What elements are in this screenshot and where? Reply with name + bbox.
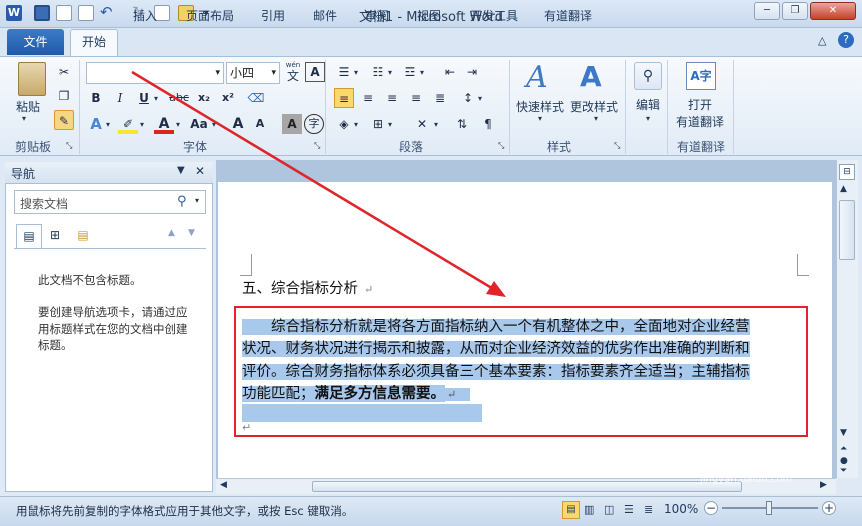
horizontal-scroll-thumb[interactable]	[312, 481, 742, 492]
browse-object-icon[interactable]: ●	[840, 456, 848, 466]
print-layout-view-icon[interactable]: ▤	[562, 501, 580, 519]
next-page-icon[interactable]: ⏷	[840, 466, 847, 476]
full-screen-view-icon[interactable]: ▥	[584, 503, 594, 516]
scroll-right-icon[interactable]: ▶	[820, 480, 827, 490]
ruler-toggle-icon[interactable]: ⊟	[839, 164, 855, 180]
zoom-level[interactable]: 100%	[664, 502, 698, 516]
vertical-scroll-thumb[interactable]	[839, 200, 855, 260]
scroll-down-icon[interactable]: ▼	[840, 428, 847, 438]
web-layout-view-icon[interactable]: ◫	[604, 503, 614, 516]
zoom-in-button[interactable]: +	[822, 501, 836, 515]
vertical-scrollbar[interactable]: ⊟ ▲ ▼ ⏶ ● ⏷	[836, 160, 858, 478]
outline-view-icon[interactable]: ☰	[624, 503, 634, 516]
status-bar: 用鼠标将先前复制的字体格式应用于其他文字，或按 Esc 键取消。 ▤ ▥ ◫ ☰…	[0, 496, 862, 526]
scroll-up-icon[interactable]: ▲	[840, 184, 847, 194]
previous-page-icon[interactable]: ⏶	[840, 444, 847, 454]
status-message: 用鼠标将先前复制的字体格式应用于其他文字，或按 Esc 键取消。	[16, 504, 354, 518]
watermark-url: jingyan.baidu.com	[700, 474, 793, 485]
scroll-left-icon[interactable]: ◀	[220, 480, 227, 490]
zoom-out-button[interactable]: −	[704, 501, 718, 515]
draft-view-icon[interactable]: ≣	[644, 503, 653, 516]
zoom-slider-thumb[interactable]	[766, 501, 772, 515]
